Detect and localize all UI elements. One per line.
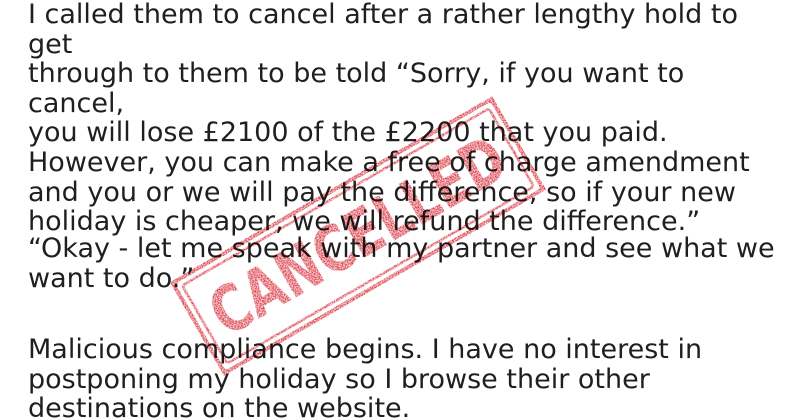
story-paragraph-3: Malicious compliance begins. I have no i… bbox=[28, 334, 703, 420]
screenshot: I called them to cancel after a rather l… bbox=[0, 0, 800, 420]
